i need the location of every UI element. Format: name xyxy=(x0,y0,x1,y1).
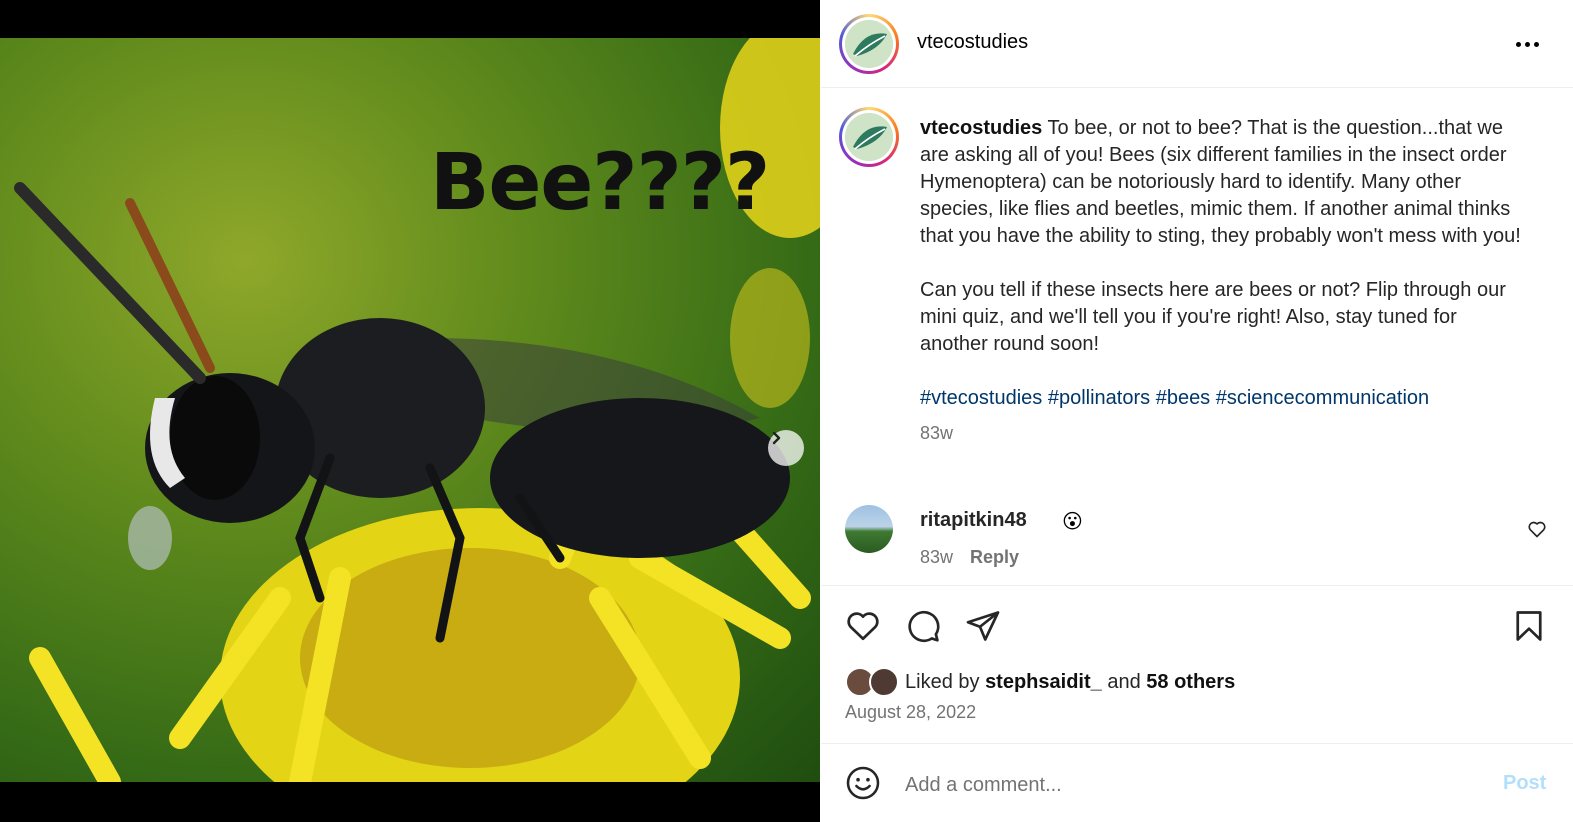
author-username[interactable]: vtecostudies xyxy=(917,31,1028,54)
caption-hashtags[interactable]: #vtecostudies #pollinators #bees #scienc… xyxy=(920,385,1530,412)
likes-and: and xyxy=(1107,670,1141,693)
comment-input[interactable] xyxy=(905,768,1485,802)
save-button[interactable] xyxy=(1511,608,1547,649)
chevron-right-icon xyxy=(772,431,781,445)
likes-prefix: Liked by xyxy=(905,670,980,693)
post-details-panel: vtecostudies vtecostudies To bee, or not… xyxy=(821,0,1573,822)
post-photo[interactable]: Bee???? xyxy=(0,38,820,782)
post-caption: vtecostudies To bee, or not to bee? That… xyxy=(920,115,1530,447)
comments-section: vtecostudies To bee, or not to bee? That… xyxy=(821,89,1573,585)
likes-summary: Liked by stephsaidit_ and 58 others xyxy=(845,666,1235,698)
caption-paragraph-1: vtecostudies To bee, or not to bee? That… xyxy=(920,115,1530,250)
caption-username[interactable]: vtecostudies xyxy=(920,117,1042,139)
likes-text: Liked by stephsaidit_ and 58 others xyxy=(905,671,1235,694)
post-actions: Liked by stephsaidit_ and 58 others Augu… xyxy=(821,585,1573,743)
speech-bubble-icon xyxy=(908,610,940,643)
post-header: vtecostudies xyxy=(821,0,1573,88)
commenter-username[interactable]: ritapitkin48 xyxy=(920,509,1027,532)
comment-reply-button[interactable]: Reply xyxy=(970,547,1019,568)
leaf-logo-icon xyxy=(845,20,893,68)
like-button[interactable] xyxy=(845,608,881,649)
share-button[interactable] xyxy=(965,608,1001,649)
add-comment-bar: Post xyxy=(821,743,1573,822)
heart-icon xyxy=(847,612,879,641)
emoji-picker-button[interactable] xyxy=(845,765,881,806)
liker-avatar[interactable] xyxy=(869,667,899,697)
comment-timestamp[interactable]: 83w xyxy=(920,547,953,568)
more-options-button[interactable] xyxy=(1511,30,1543,58)
smiley-icon xyxy=(846,766,880,800)
heart-icon xyxy=(1528,521,1546,538)
carousel-next-button[interactable] xyxy=(768,430,804,466)
more-dot-icon xyxy=(1524,41,1530,47)
bookmark-icon xyxy=(1516,611,1542,641)
likes-others-link[interactable]: 58 others xyxy=(1146,671,1235,693)
leaf-logo-icon xyxy=(845,113,893,161)
liker-username[interactable]: stephsaidit_ xyxy=(985,671,1102,693)
comment-like-button[interactable] xyxy=(1527,519,1547,544)
more-dot-icon xyxy=(1533,41,1539,47)
caption-text-2: Can you tell if these insects here are b… xyxy=(920,279,1506,355)
more-dot-icon xyxy=(1515,41,1521,47)
post-comment-button[interactable]: Post xyxy=(1503,772,1546,795)
paper-plane-icon xyxy=(966,611,1000,641)
comment-item: ritapitkin48 😮 83w Reply xyxy=(845,505,1555,575)
caption-avatar[interactable] xyxy=(839,107,899,167)
post-media: Bee???? xyxy=(0,0,820,822)
caption-timestamp[interactable]: 83w xyxy=(920,420,1530,447)
comment-text: 😮 xyxy=(1062,511,1083,533)
commenter-avatar[interactable] xyxy=(845,505,893,553)
author-avatar[interactable] xyxy=(839,14,899,74)
image-overlay-text: Bee???? xyxy=(430,138,770,228)
comment-button[interactable] xyxy=(905,608,941,649)
post-date[interactable]: August 28, 2022 xyxy=(845,702,976,723)
